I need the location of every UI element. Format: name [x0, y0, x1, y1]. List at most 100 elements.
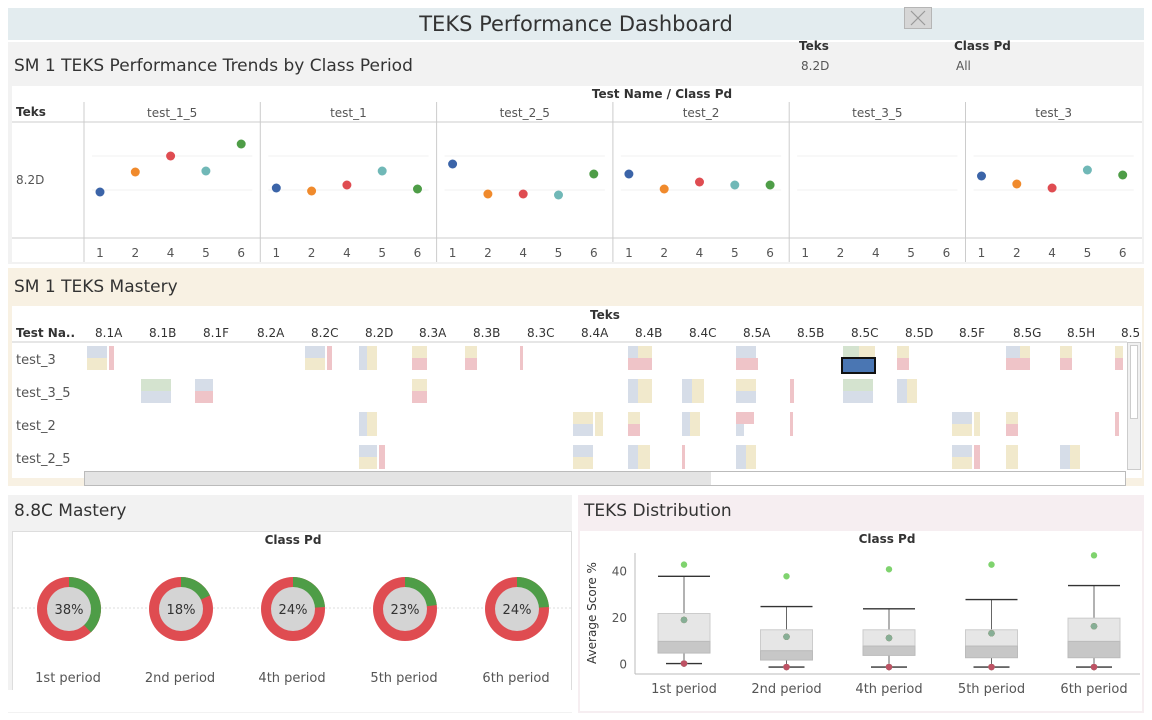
mastery-cell [412, 379, 427, 391]
mastery-grid: Teks Test Na.. 8.1A 8.1B 8.1F 8.2A 8.2C 8.2D 8… [12, 306, 1142, 478]
donut-period-label: 6th period [482, 671, 550, 686]
box-point [1090, 623, 1098, 630]
trend-point [589, 169, 599, 179]
mastery-cell [952, 424, 972, 436]
mastery-cell [305, 346, 325, 358]
mastery-cell [638, 379, 652, 403]
trend-period-tick: 4 [872, 246, 880, 260]
box-lower-quartile [862, 645, 916, 656]
trend-period-tick: 6 [237, 246, 245, 260]
box-y-tick: 40 [612, 565, 627, 579]
trend-panel-title: test_2_5 [500, 106, 550, 120]
trend-point [765, 180, 775, 190]
trend-period-tick: 1 [272, 246, 280, 260]
trend-panel-title: test_3 [1035, 106, 1072, 120]
trend-panel-title: test_3_5 [852, 106, 902, 120]
trend-scatter-svg: test_1_5 1 2 4 5 6 test_1 1 2 4 5 6 test_2_5 1 2 4 5 6 tes… [12, 102, 1142, 262]
trend-point [659, 184, 669, 194]
classpd-filter-label: Class Pd [954, 39, 1011, 53]
mastery-cell [573, 412, 593, 424]
mastery-cell [736, 358, 758, 370]
mastery-cell [897, 379, 907, 403]
trend-point [1012, 179, 1022, 189]
mastery-cell [843, 346, 859, 358]
box-point [885, 634, 893, 642]
trend-period-tick: 4 [167, 246, 175, 260]
mastery-cell [897, 358, 909, 370]
horizontal-scrollbar[interactable] [84, 471, 1126, 486]
mastery-cell [141, 391, 171, 403]
trend-point [1047, 183, 1057, 193]
mastery-cell [628, 424, 640, 436]
box-outlier-point [783, 573, 790, 580]
mastery-cell [1006, 346, 1020, 358]
mastery-cell [628, 412, 640, 424]
trend-period-tick: 4 [1048, 246, 1056, 260]
teks-filter-value[interactable]: 8.2D [801, 59, 829, 73]
trend-point [130, 167, 140, 177]
mastery-cell [1006, 424, 1018, 436]
mastery-cell [1006, 358, 1030, 370]
trend-point [307, 186, 317, 196]
mastery-cell [412, 346, 427, 358]
mastery-cell [1070, 445, 1080, 469]
mastery-cell [1060, 445, 1070, 469]
mastery-cell [87, 358, 107, 370]
mastery-cell [379, 445, 385, 469]
mastery-cell [109, 346, 114, 370]
vertical-scrollbar[interactable] [1127, 342, 1141, 470]
trend-period-tick: 2 [484, 246, 492, 260]
horizontal-scroll-thumb[interactable] [85, 472, 711, 485]
box-y-label: Average Score % [585, 562, 599, 664]
trend-point [624, 169, 634, 179]
donut-percent-label: 24% [503, 603, 532, 618]
vertical-scroll-thumb[interactable] [1130, 345, 1138, 419]
trend-point [95, 187, 105, 197]
trend-point [377, 166, 387, 176]
mastery-cell [790, 412, 793, 436]
mastery-cell [907, 379, 917, 403]
mastery-cell [628, 445, 638, 469]
mastery-cell [573, 457, 593, 469]
mastery-cell [897, 346, 909, 358]
box-category-label: 5th period [958, 682, 1025, 697]
mastery-cell [367, 412, 377, 436]
trend-point [1082, 165, 1092, 175]
mastery-cell [1115, 412, 1119, 436]
box-point [885, 663, 893, 671]
trend-period-tick: 4 [696, 246, 704, 260]
mastery-cell [573, 424, 593, 436]
trend-point [448, 159, 458, 169]
trend-point [236, 139, 246, 149]
trend-point [1118, 170, 1128, 180]
trend-period-tick: 2 [837, 246, 845, 260]
classpd-filter-value[interactable]: All [956, 59, 971, 73]
trend-period-tick: 2 [308, 246, 316, 260]
mastery-cell [628, 358, 652, 370]
box-outlier-point [988, 561, 995, 568]
box-lower-quartile [1067, 640, 1121, 659]
box-upper-quartile [1067, 617, 1121, 642]
trend-point [342, 180, 352, 190]
donut-percent-label: 38% [55, 603, 84, 618]
trend-period-tick: 2 [660, 246, 668, 260]
mastery-cell [1060, 346, 1072, 358]
mastery-cell [359, 346, 367, 370]
mastery-cells-svg[interactable] [12, 306, 1142, 478]
mastery-cell [843, 391, 873, 403]
trend-period-tick: 1 [978, 246, 986, 260]
trend-period-tick: 6 [766, 246, 774, 260]
mastery-cell [195, 391, 213, 403]
teks-filter-label: Teks [799, 39, 829, 53]
trend-period-tick: 6 [414, 246, 422, 260]
box-outlier-point [1090, 552, 1098, 559]
trend-point [977, 171, 986, 181]
box-lower-quartile [657, 640, 711, 654]
trend-point [483, 189, 493, 199]
donut-percent-label: 24% [279, 603, 308, 618]
mastery-cell [736, 391, 756, 403]
trend-point [271, 183, 281, 193]
mastery-cell [1060, 358, 1072, 370]
close-icon[interactable] [904, 7, 932, 29]
mastery-cell [1006, 445, 1018, 469]
